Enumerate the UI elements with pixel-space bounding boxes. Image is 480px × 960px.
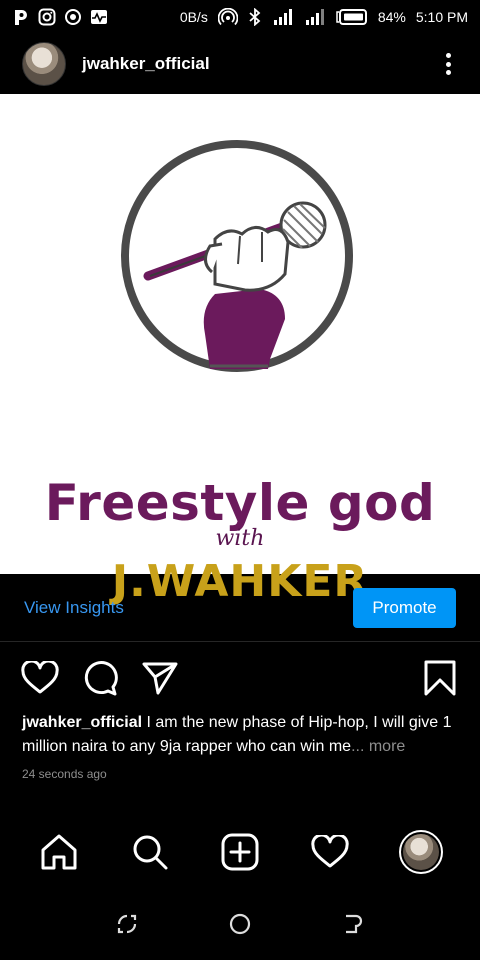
back-button[interactable] xyxy=(338,909,368,939)
nav-profile[interactable] xyxy=(397,828,445,876)
post-timestamp: 24 seconds ago xyxy=(22,767,107,781)
more-options-button[interactable] xyxy=(438,49,458,79)
bookmark-icon xyxy=(424,660,456,696)
home-system-button[interactable] xyxy=(225,909,255,939)
image-title: Freestyle god xyxy=(44,474,436,532)
activity-heart-icon xyxy=(311,835,350,868)
hotspot-icon xyxy=(217,8,238,26)
insights-row: View Insights Promote xyxy=(0,574,480,642)
dot-icon xyxy=(445,70,451,75)
share-icon xyxy=(142,662,178,695)
home-icon xyxy=(41,834,77,870)
home-circle-icon xyxy=(229,913,251,935)
comment-icon xyxy=(84,661,118,696)
clock: 5:10 PM xyxy=(415,9,468,25)
post-header: jwahker_official xyxy=(0,34,480,94)
nav-home[interactable] xyxy=(35,828,83,876)
share-button[interactable] xyxy=(140,658,180,698)
add-post-icon xyxy=(221,833,259,871)
avatar[interactable] xyxy=(22,42,66,86)
recents-icon xyxy=(117,914,136,934)
post-actions xyxy=(0,655,480,701)
p-app-icon xyxy=(15,10,27,25)
instagram-icon xyxy=(38,8,56,26)
network-speed: 0B/s xyxy=(179,9,208,25)
caption-ellipsis: ... xyxy=(351,738,365,755)
post-caption: jwahker_official I am the new phase of H… xyxy=(22,711,462,759)
nav-search[interactable] xyxy=(126,828,174,876)
signal-icon-2 xyxy=(305,9,324,25)
bottom-nav xyxy=(0,822,480,882)
signal-icon xyxy=(273,9,292,25)
caption-more-link[interactable]: more xyxy=(364,738,405,755)
caption-username[interactable]: jwahker_official xyxy=(22,714,142,731)
heart-icon xyxy=(21,661,59,694)
battery-percent: 84% xyxy=(377,9,406,25)
nav-activity[interactable] xyxy=(306,828,354,876)
nav-add-post[interactable] xyxy=(216,828,264,876)
back-icon xyxy=(346,914,363,934)
status-bar: 0B/s 84% 5:10 PM xyxy=(0,0,480,34)
dot-icon xyxy=(445,61,451,67)
search-icon xyxy=(133,835,168,870)
dot-icon xyxy=(445,53,451,58)
status-left-icons xyxy=(12,8,108,26)
like-button[interactable] xyxy=(20,658,60,698)
post-username[interactable]: jwahker_official xyxy=(82,54,210,74)
post-image[interactable]: Freestyle god with J.WAHKER xyxy=(0,94,480,607)
image-subtitle: with xyxy=(215,526,265,551)
status-right: 0B/s 84% 5:10 PM xyxy=(180,8,468,26)
view-insights-link[interactable]: View Insights xyxy=(24,598,124,618)
comment-button[interactable] xyxy=(80,658,120,698)
bluetooth-icon xyxy=(249,8,261,26)
circle-app-icon xyxy=(65,9,81,25)
promote-button[interactable]: Promote xyxy=(353,587,456,628)
recents-button[interactable] xyxy=(112,909,142,939)
save-button[interactable] xyxy=(420,658,460,698)
system-nav xyxy=(0,900,480,948)
pulse-app-icon xyxy=(91,10,107,24)
profile-avatar xyxy=(398,830,443,874)
battery-icon xyxy=(336,9,367,25)
